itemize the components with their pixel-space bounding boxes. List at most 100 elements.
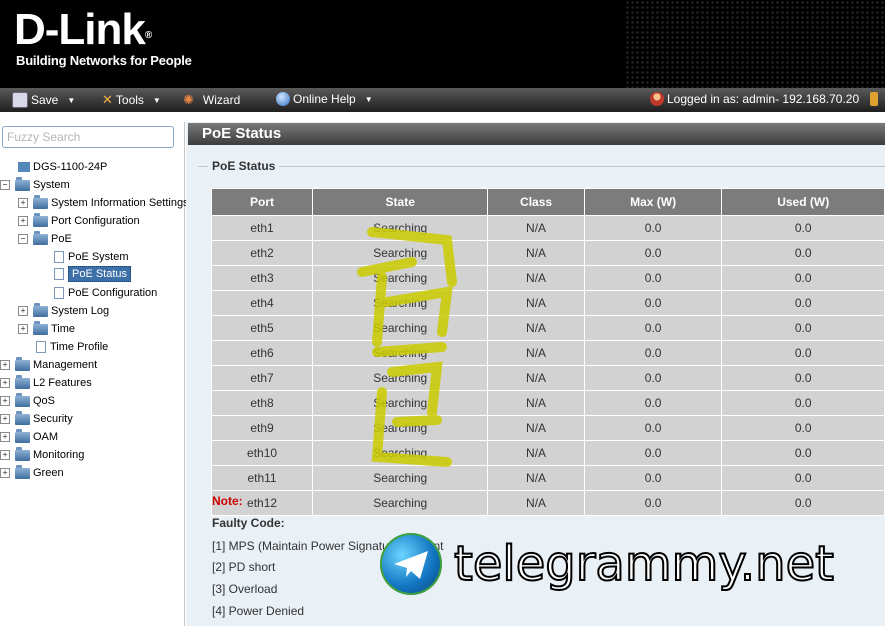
login-status: Logged in as: admin- 192.168.70.20 — [650, 92, 879, 106]
table-row: eth8 Searching N/A 0.0 0.0 — [210, 390, 885, 416]
table-cell: 0.0 — [721, 365, 885, 391]
chevron-down-icon: ▼ — [364, 94, 373, 104]
table-cell: eth10 — [210, 440, 314, 466]
folder-icon — [15, 374, 30, 389]
section-legend: PoE Status — [208, 159, 280, 173]
page-icon — [54, 287, 64, 299]
tree-item-green[interactable]: + Green — [0, 464, 64, 482]
folder-icon — [15, 410, 30, 425]
tree-item-time[interactable]: + Time — [18, 320, 75, 338]
expand-icon[interactable]: + — [18, 216, 28, 226]
page-icon — [54, 251, 64, 263]
tree-item-poe-config[interactable]: PoE Configuration — [54, 284, 157, 302]
table-cell: 0.0 — [721, 265, 885, 291]
help-icon — [276, 92, 290, 106]
tree-item-oam[interactable]: + OAM — [0, 428, 58, 446]
table-cell: eth8 — [210, 390, 314, 416]
folder-icon — [33, 194, 48, 209]
tree-item-system-log[interactable]: + System Log — [18, 302, 109, 320]
expand-icon[interactable]: + — [0, 432, 10, 442]
table-cell: N/A — [487, 265, 585, 291]
tagline: Building Networks for People — [16, 53, 192, 68]
table-cell: N/A — [487, 465, 585, 491]
table-row: eth4 Searching N/A 0.0 0.0 — [210, 290, 885, 316]
table-cell: 0.0 — [721, 415, 885, 441]
tree-item-management[interactable]: + Management — [0, 356, 97, 374]
column-header: State — [312, 188, 489, 216]
table-cell: N/A — [487, 290, 585, 316]
faulty-code-4: [4] Power Denied — [212, 604, 305, 618]
online-help-menu[interactable]: Online Help ▼ — [276, 92, 373, 106]
expand-icon[interactable]: + — [0, 450, 10, 460]
faulty-code-label: Faulty Code: — [212, 516, 285, 530]
table-row: eth3 Searching N/A 0.0 0.0 — [210, 265, 885, 291]
table-cell: 0.0 — [721, 215, 885, 241]
toolbar: Save ▼ ✕ Tools ▼ ✺ Wizard Online Help ▼ Log… — [0, 88, 885, 112]
column-header: Class — [487, 188, 585, 216]
save-menu[interactable]: Save ▼ — [12, 92, 75, 108]
table-cell: N/A — [487, 215, 585, 241]
tree-item-device[interactable]: DGS-1100-24P — [18, 158, 107, 176]
folder-icon — [33, 302, 48, 317]
table-cell: 0.0 — [721, 490, 885, 516]
folder-icon — [15, 356, 30, 371]
table-cell: N/A — [487, 365, 585, 391]
column-header: Used (W) — [721, 188, 885, 216]
table-cell: N/A — [487, 415, 585, 441]
table-cell: 0.0 — [583, 465, 723, 491]
table-cell: eth3 — [210, 265, 314, 291]
tree-item-system[interactable]: − System — [0, 176, 70, 194]
collapse-icon[interactable]: − — [0, 180, 10, 190]
expand-icon[interactable]: + — [18, 306, 28, 316]
table-cell: 0.0 — [583, 215, 723, 241]
table-cell: 0.0 — [583, 365, 723, 391]
table-cell: eth9 — [210, 415, 314, 441]
tree-item-poe-system[interactable]: PoE System — [54, 248, 129, 266]
tree-item-security[interactable]: + Security — [0, 410, 73, 428]
table-cell: N/A — [487, 240, 585, 266]
table-cell: N/A — [487, 490, 585, 516]
expand-icon[interactable]: + — [0, 468, 10, 478]
tree-item-monitoring[interactable]: + Monitoring — [0, 446, 84, 464]
banner-texture — [625, 0, 885, 88]
wizard-icon: ✺ — [183, 92, 194, 107]
wizard-button[interactable]: ✺ Wizard — [183, 92, 240, 108]
expand-icon[interactable]: + — [18, 198, 28, 208]
tree-item-system-info[interactable]: + System Information Settings — [18, 194, 189, 212]
folder-icon — [15, 392, 30, 407]
tree-item-time-profile[interactable]: Time Profile — [36, 338, 108, 356]
table-row: eth5 Searching N/A 0.0 0.0 — [210, 315, 885, 341]
page-title: PoE Status — [188, 123, 885, 145]
expand-icon[interactable]: + — [0, 396, 10, 406]
expand-icon[interactable]: + — [0, 414, 10, 424]
table-row: eth6 Searching N/A 0.0 0.0 — [210, 340, 885, 366]
search-input[interactable] — [2, 126, 174, 148]
table-cell: 0.0 — [583, 240, 723, 266]
expand-icon[interactable]: + — [0, 378, 10, 388]
table-cell: 0.0 — [583, 340, 723, 366]
expand-icon[interactable]: + — [18, 324, 28, 334]
table-cell: eth11 — [210, 465, 314, 491]
table-cell: 0.0 — [721, 465, 885, 491]
expand-icon[interactable]: + — [0, 360, 10, 370]
tree-item-port-config[interactable]: + Port Configuration — [18, 212, 140, 230]
table-cell: N/A — [487, 440, 585, 466]
tree-item-qos[interactable]: + QoS — [0, 392, 55, 410]
tree-item-poe[interactable]: − PoE — [18, 230, 72, 248]
table-cell: 0.0 — [721, 290, 885, 316]
chevron-down-icon: ▼ — [152, 95, 161, 105]
folder-icon — [15, 464, 30, 479]
table-cell: 0.0 — [721, 440, 885, 466]
tools-menu[interactable]: ✕ Tools ▼ — [102, 92, 161, 108]
page-icon — [54, 268, 64, 280]
collapse-icon[interactable]: − — [18, 234, 28, 244]
table-cell: eth2 — [210, 240, 314, 266]
faulty-code-3: [3] Overload — [212, 582, 278, 596]
table-cell: 0.0 — [583, 265, 723, 291]
folder-icon — [15, 446, 30, 461]
table-cell: 0.0 — [583, 315, 723, 341]
tree-item-poe-status[interactable]: PoE Status — [54, 265, 132, 283]
logout-icon[interactable] — [870, 92, 879, 106]
tree-item-l2-features[interactable]: + L2 Features — [0, 374, 92, 392]
table-cell: eth7 — [210, 365, 314, 391]
